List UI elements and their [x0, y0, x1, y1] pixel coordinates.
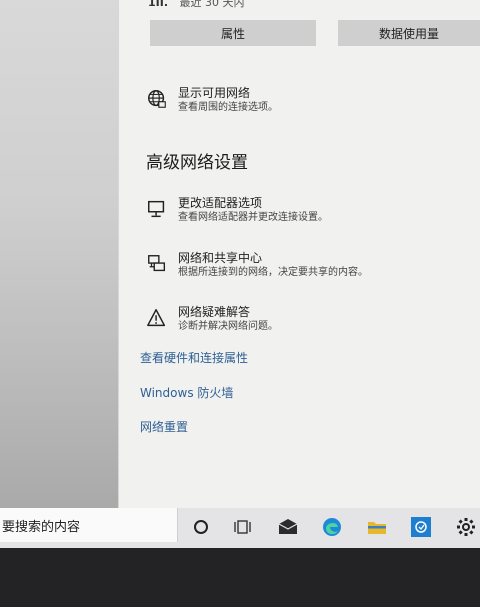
file-explorer-icon[interactable]	[366, 516, 388, 538]
globe-network-icon	[148, 90, 166, 108]
usage-period-text: 最近 30 天内	[179, 0, 245, 9]
sharing-center-title: 网络和共享中心	[178, 251, 263, 265]
advanced-network-heading: 高级网络设置	[146, 153, 248, 173]
show-networks-title: 显示可用网络	[178, 86, 251, 100]
edge-browser-icon[interactable]	[321, 516, 343, 538]
settings-gear-icon[interactable]	[455, 516, 477, 538]
taskbar-search-box[interactable]: 要搜索的内容	[0, 508, 178, 542]
change-adapter-options-item[interactable]: 更改适配器选项 查看网络适配器并更改连接设置。	[146, 196, 328, 225]
network-sharing-center-item[interactable]: 网络和共享中心 根据所连接到的网络，决定要共享的内容。	[146, 251, 368, 280]
show-networks-desc: 查看周围的连接选项。	[178, 102, 278, 113]
store-app-icon[interactable]	[410, 516, 432, 538]
monitor-bezel	[0, 548, 480, 607]
network-settings-window: 1II. 最近 30 天内 属性 数据使用量 显示可用网络 查看周围的连接选项。…	[118, 0, 480, 508]
adapter-options-title: 更改适配器选项	[178, 196, 263, 210]
show-available-networks-item[interactable]: 显示可用网络 查看周围的连接选项。	[146, 86, 278, 115]
network-usage-info: 1II. 最近 30 天内	[148, 0, 245, 10]
network-troubleshooter-item[interactable]: 网络疑难解答 诊断并解决网络问题。	[146, 305, 278, 334]
warning-icon	[147, 309, 166, 327]
taskbar: 要搜索的内容	[0, 508, 480, 548]
hardware-connection-properties-link[interactable]: 查看硬件和连接属性	[140, 349, 248, 366]
wifi-signal-label: 1II.	[148, 0, 169, 9]
properties-button[interactable]: 属性	[150, 20, 316, 46]
network-reset-link[interactable]: 网络重置	[140, 418, 188, 435]
adapter-options-desc: 查看网络适配器并更改连接设置。	[178, 212, 328, 223]
data-usage-button[interactable]: 数据使用量	[338, 20, 480, 46]
sharing-center-icon	[148, 255, 166, 272]
task-view-icon[interactable]	[232, 516, 254, 538]
cortana-circle-icon[interactable]	[190, 516, 212, 538]
desktop-background	[0, 0, 118, 510]
windows-firewall-link[interactable]: Windows 防火墙	[140, 384, 233, 401]
sharing-center-desc: 根据所连接到的网络，决定要共享的内容。	[178, 267, 368, 278]
troubleshooter-title: 网络疑难解答	[178, 305, 251, 319]
search-placeholder-text: 要搜索的内容	[2, 519, 81, 535]
monitor-adapter-icon	[148, 200, 165, 218]
mail-icon[interactable]	[277, 516, 299, 538]
troubleshooter-desc: 诊断并解决网络问题。	[178, 321, 278, 332]
